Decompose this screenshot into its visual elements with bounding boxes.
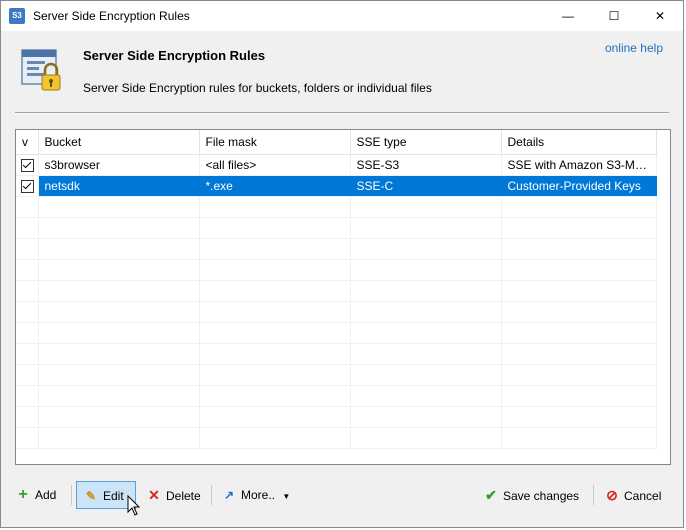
- save-label: Save changes: [503, 489, 580, 503]
- app-icon: S3: [9, 8, 25, 24]
- bucket-cell: netsdk: [38, 175, 200, 197]
- delete-button[interactable]: ✕ Delete: [140, 481, 207, 509]
- empty-row: [16, 364, 657, 386]
- cancel-button[interactable]: ⊘ Cancel: [598, 481, 667, 509]
- chevron-down-icon: ▼: [282, 492, 291, 501]
- checkmark-icon: ✔: [485, 487, 497, 503]
- empty-row: [16, 259, 657, 281]
- x-icon: ✕: [148, 487, 160, 503]
- more-button[interactable]: ↗ More.. ▼: [215, 481, 296, 509]
- empty-row: [16, 322, 657, 344]
- empty-row: [16, 343, 657, 365]
- toolbar-separator: [71, 485, 72, 505]
- close-button[interactable]: ✕: [637, 1, 683, 31]
- column-header-enabled[interactable]: v: [16, 130, 39, 155]
- minimize-button[interactable]: —: [545, 1, 591, 31]
- table-row[interactable]: s3browser <all files> SSE-S3 SSE with Am…: [16, 154, 657, 176]
- empty-row: [16, 427, 657, 449]
- header-description: Server Side Encryption rules for buckets…: [83, 81, 432, 95]
- file-mask-cell: *.exe: [199, 175, 351, 197]
- pencil-icon: ✎: [85, 489, 97, 503]
- empty-row: [16, 406, 657, 428]
- empty-row: [16, 280, 657, 302]
- add-button[interactable]: + Add: [9, 481, 62, 509]
- arrow-box-icon: ↗: [223, 488, 235, 502]
- mouse-cursor-icon: [127, 495, 141, 516]
- save-changes-button[interactable]: ✔ Save changes: [477, 481, 585, 509]
- empty-row: [16, 385, 657, 407]
- bucket-cell: s3browser: [38, 154, 200, 176]
- sse-type-cell: SSE-S3: [350, 154, 502, 176]
- rules-grid[interactable]: v Bucket File mask SSE type Details s3br…: [15, 129, 671, 465]
- empty-row: [16, 301, 657, 323]
- sse-type-cell: SSE-C: [350, 175, 502, 197]
- rule-enabled-checkbox[interactable]: [21, 159, 34, 173]
- table-row-selected[interactable]: netsdk *.exe SSE-C Customer-Provided Key…: [16, 175, 657, 197]
- add-label: Add: [35, 488, 57, 502]
- maximize-button[interactable]: ☐: [591, 1, 637, 31]
- header-separator: [15, 112, 669, 114]
- window-title: Server Side Encryption Rules: [33, 9, 190, 23]
- toolbar-separator: [593, 485, 594, 505]
- toolbar-separator: [211, 485, 212, 505]
- column-header-sse-type[interactable]: SSE type: [350, 130, 502, 155]
- title-bar: S3 Server Side Encryption Rules — ☐ ✕: [1, 1, 683, 31]
- no-entry-icon: ⊘: [606, 487, 618, 503]
- empty-row: [16, 238, 657, 260]
- rule-enabled-checkbox[interactable]: [21, 180, 34, 194]
- plus-icon: +: [18, 486, 28, 503]
- more-label: More..: [241, 488, 276, 502]
- empty-row: [16, 196, 657, 218]
- bottom-toolbar: + Add ✎ Edit ✕ Delete ↗ More.. ▼ ✔ Save chang…: [1, 479, 683, 511]
- delete-label: Delete: [166, 489, 201, 503]
- column-header-details[interactable]: Details: [501, 130, 657, 155]
- encryption-lock-icon: [21, 49, 61, 91]
- edit-label: Edit: [103, 489, 124, 503]
- details-cell: SSE with Amazon S3-Managed Keys: [501, 154, 657, 176]
- dialog-header: Server Side Encryption Rules Server Side…: [1, 31, 683, 116]
- column-header-bucket[interactable]: Bucket: [38, 130, 200, 155]
- empty-row: [16, 217, 657, 239]
- file-mask-cell: <all files>: [199, 154, 351, 176]
- column-header-file-mask[interactable]: File mask: [199, 130, 351, 155]
- header-title: Server Side Encryption Rules: [83, 48, 266, 63]
- cancel-label: Cancel: [624, 489, 662, 503]
- table-header-row: v Bucket File mask SSE type Details: [16, 130, 657, 155]
- details-cell: Customer-Provided Keys: [501, 175, 657, 197]
- online-help-link[interactable]: online help: [605, 41, 663, 55]
- rules-table: v Bucket File mask SSE type Details s3br…: [16, 130, 657, 449]
- encryption-rules-window: S3 Server Side Encryption Rules — ☐ ✕ Se…: [0, 0, 684, 528]
